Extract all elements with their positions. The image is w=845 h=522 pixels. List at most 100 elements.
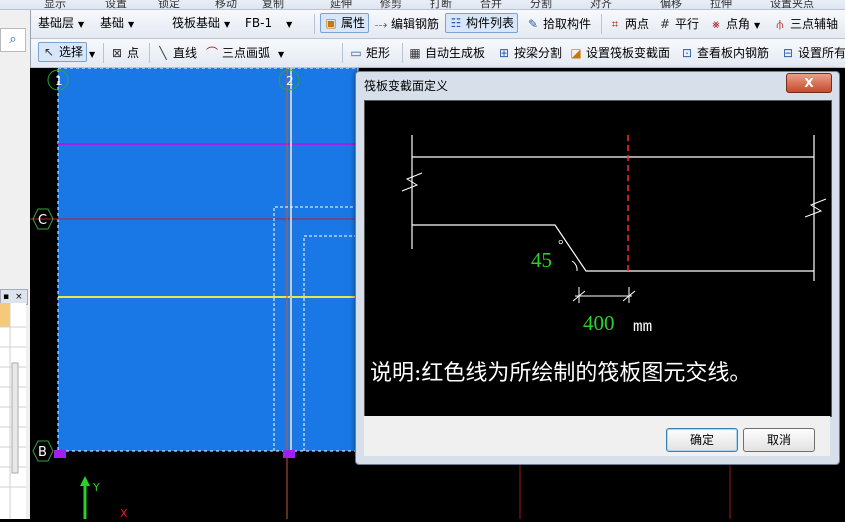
note-text: 说明:红色线为所绘制的筏板图元交线。 [370, 361, 751, 386]
top-strip-item[interactable]: 对齐 [590, 0, 612, 9]
select-label: 选择 [59, 45, 84, 59]
set-all-button[interactable]: ⊟ 设置所有 [781, 43, 845, 63]
element-list-button[interactable]: ☷ 构件列表 [445, 13, 519, 33]
element-list-label: 构件列表 [466, 16, 515, 30]
dialog-title: 筏板变截面定义 [364, 79, 449, 93]
degree-symbol: ° [558, 238, 564, 253]
right-break-mark [804, 198, 827, 218]
top-strip-item[interactable]: 拉伸 [710, 0, 732, 9]
point-label: 点 [127, 46, 140, 60]
chevron-down-icon: ▼ [224, 20, 231, 29]
chevron-down-icon: ▼ [754, 21, 761, 30]
axis-label-2: 2 [286, 74, 294, 88]
select-dropdown[interactable]: ▼ [89, 43, 95, 63]
top-strip-item[interactable]: 移动 [215, 0, 237, 9]
line-button[interactable]: ╲ 直线 [156, 43, 197, 63]
table-selected-row[interactable] [0, 303, 10, 327]
toolbar-separator [342, 43, 343, 63]
width-unit: mm [633, 318, 652, 336]
slab-bottom-profile [412, 224, 814, 272]
top-strip-item[interactable]: 分割 [530, 0, 552, 9]
element-name-select[interactable]: FB-1 ▼ [245, 13, 307, 33]
top-strip-item[interactable]: 锁定 [158, 0, 180, 9]
parallel-button[interactable]: # 平行 [658, 14, 699, 34]
set-all-label: 设置所有 [798, 46, 845, 60]
angle-arc [571, 260, 578, 272]
grip-point[interactable] [283, 450, 295, 458]
properties-label: 属性 [341, 16, 366, 30]
close-icon: X [804, 76, 814, 90]
split-icon: ⊞ [498, 46, 510, 60]
top-strip-item[interactable]: 打断 [430, 0, 452, 9]
table-grid [0, 303, 26, 519]
set-section-button[interactable]: ◪ 设置筏板变截面 [569, 43, 670, 63]
cancel-button[interactable]: 取消 [743, 428, 815, 452]
search-button[interactable]: ⌕ [0, 28, 26, 52]
point-icon: ⊠ [111, 46, 123, 60]
x-axis-label: X [120, 507, 128, 519]
arc-icon: ⌒ [205, 46, 218, 60]
scrollbar[interactable] [11, 362, 19, 474]
axis-label-b: B [38, 445, 47, 460]
pick-element-button[interactable]: ✎ 拾取构件 [526, 14, 591, 34]
view-rebar-button[interactable]: ⊡ 查看板内钢筋 [680, 43, 769, 63]
toolbar-separator [103, 43, 104, 63]
axis-label-c: C [38, 213, 47, 228]
chevron-down-icon: ▼ [89, 50, 96, 59]
point-button[interactable]: ⊠ 点 [110, 43, 139, 63]
top-strip-item[interactable]: 修剪 [380, 0, 402, 9]
dialog-footer: 确定 取消 [364, 416, 830, 456]
properties-button[interactable]: ▣ 属性 [320, 13, 370, 33]
set-section-label: 设置筏板变截面 [586, 46, 671, 60]
category-select-value: 基础 [100, 16, 125, 30]
layer-select-value: 基础层 [38, 16, 75, 30]
split-by-beam-label: 按梁分割 [514, 46, 563, 60]
rect-button[interactable]: ▭ 矩形 [349, 43, 390, 63]
top-strip-item[interactable]: 复制 [262, 0, 284, 9]
element-table[interactable] [0, 303, 26, 519]
top-strip-item[interactable]: 设置 [105, 0, 127, 9]
draw-toolbar: ↖ 选择 ▼ ⊠ 点 ╲ 直线 ⌒ 三点画弧 ▼ ▭ 矩形 ▦ 自动生成板 ⊞ 按梁分割 ◪ 设置… [0, 39, 845, 68]
top-strip-item[interactable]: 偏移 [660, 0, 682, 9]
settings-icon: ⊟ [782, 46, 794, 60]
raft-section-dialog: 筏板变截面定义 X 45 ° 400 mm 说明:红色线为所绘制的筏板图元交线。… [355, 71, 840, 465]
category-select[interactable]: 基础 ▼ [100, 13, 134, 33]
select-button[interactable]: ↖ 选择 [38, 42, 88, 62]
parallel-icon: # [659, 17, 671, 31]
top-strip-item[interactable]: 合并 [480, 0, 502, 9]
rebar-icon: ⤏ [374, 17, 388, 31]
edit-rebar-label: 编辑钢筋 [391, 17, 440, 31]
search-icon: ⌕ [9, 32, 17, 47]
parallel-label: 平行 [675, 17, 700, 31]
section-preview: 45 ° 400 mm 说明:红色线为所绘制的筏板图元交线。 [364, 100, 832, 417]
section-icon: ◪ [570, 46, 582, 60]
auto-generate-label: 自动生成板 [425, 46, 486, 60]
close-icon[interactable]: × [15, 292, 23, 302]
eyedropper-icon: ✎ [527, 17, 539, 31]
top-strip-item[interactable]: 显示 [44, 0, 66, 9]
arc-button[interactable]: ⌒ 三点画弧 ▼ [205, 43, 284, 63]
three-point-axis-label: 三点辅轴 [790, 17, 839, 31]
width-value: 400 [583, 311, 615, 335]
list-icon: ☷ [450, 16, 462, 30]
top-strip-item[interactable]: 设置夹点 [770, 0, 814, 9]
element-toolbar: 基础层 ▼ 基础 ▼ 筏板基础 ▼ FB-1 ▼ ▣ 属性 ⤏ 编辑钢筋 ☷ 构件列表 ✎ 拾取… [0, 10, 845, 39]
edit-rebar-button[interactable]: ⤏ 编辑钢筋 [374, 14, 439, 34]
auto-generate-button[interactable]: ▦ 自动生成板 [408, 43, 485, 63]
slab-fill[interactable] [58, 68, 358, 451]
point-angle-button[interactable]: ⨳ 点角 ▼ [709, 14, 760, 34]
rect-label: 矩形 [366, 46, 391, 60]
chevron-down-icon: ▼ [78, 20, 85, 29]
split-by-beam-button[interactable]: ⊞ 按梁分割 [497, 43, 562, 63]
top-strip-item[interactable]: 延伸 [330, 0, 352, 9]
element-type-select[interactable]: 筏板基础 ▼ [172, 13, 230, 33]
close-button[interactable]: X [786, 73, 832, 93]
two-points-button[interactable]: ⌗ 两点 [608, 14, 649, 34]
layer-select[interactable]: 基础层 ▼ [38, 13, 84, 33]
pin-icon[interactable]: ▪ [3, 292, 9, 302]
grip-point[interactable] [54, 450, 66, 458]
ok-button[interactable]: 确定 [666, 428, 738, 452]
element-type-value: 筏板基础 [172, 16, 221, 30]
view-rebar-label: 查看板内钢筋 [697, 46, 770, 60]
three-point-axis-button[interactable]: ⫛ 三点辅轴 [773, 14, 838, 34]
